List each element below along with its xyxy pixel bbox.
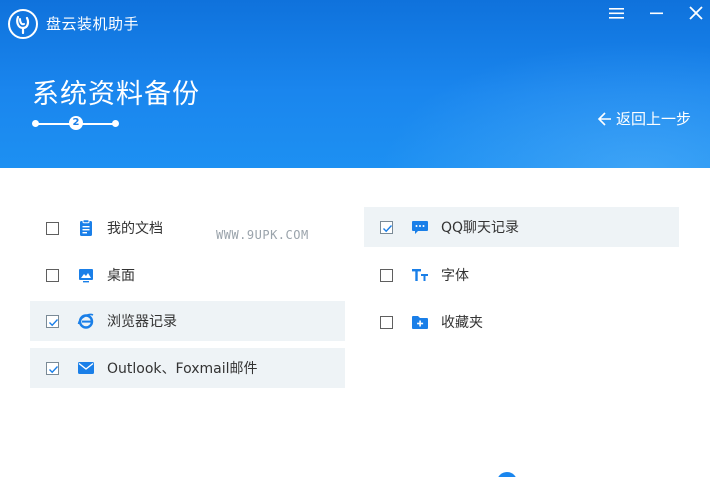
option-label: 收藏夹 — [441, 315, 483, 331]
back-label: 返回上一步 — [616, 110, 692, 128]
bottom-button-edge[interactable] — [497, 472, 517, 477]
checkbox-checked[interactable] — [380, 220, 393, 234]
checkbox[interactable] — [380, 315, 393, 329]
page-title: 系统资料备份 — [32, 79, 200, 110]
back-arrow-icon — [597, 111, 611, 126]
checkbox-checked[interactable] — [46, 361, 59, 375]
option-label: QQ聊天记录 — [441, 220, 520, 236]
ie-browser-icon — [77, 312, 95, 330]
step-dot — [112, 120, 119, 127]
app-title: 盘云装机助手 — [46, 15, 140, 33]
checkbox[interactable] — [46, 221, 59, 235]
option-label: 浏览器记录 — [107, 314, 177, 330]
chat-icon — [411, 218, 429, 236]
step-line — [38, 123, 70, 125]
back-button[interactable]: 返回上一步 — [596, 108, 691, 129]
watermark-text: WWW.9UPK.COM — [216, 228, 309, 242]
checkbox[interactable] — [46, 268, 59, 282]
checkbox[interactable] — [380, 268, 393, 282]
step-indicator: 2 — [32, 115, 122, 133]
option-label: Outlook、Foxmail邮件 — [107, 361, 258, 377]
option-mail[interactable]: Outlook、Foxmail邮件 — [30, 348, 345, 388]
favorites-folder-icon — [411, 313, 429, 331]
option-qq-chat[interactable]: QQ聊天记录 — [364, 207, 679, 247]
option-browser-history[interactable]: 浏览器记录 — [30, 301, 345, 341]
app-logo-icon — [8, 9, 38, 39]
header-banner: 盘云装机助手 系统资料备份 2 返回上一步 — [0, 0, 710, 168]
header-glow — [380, 40, 710, 168]
option-label: 我的文档 — [107, 221, 163, 237]
minimize-icon[interactable] — [641, 2, 671, 24]
document-icon — [77, 219, 95, 237]
option-label: 字体 — [441, 268, 469, 284]
desktop-icon — [77, 266, 95, 284]
option-favorites[interactable]: 收藏夹 — [364, 302, 679, 342]
option-label: 桌面 — [107, 268, 135, 284]
option-fonts[interactable]: 字体 — [364, 255, 679, 295]
option-desktop[interactable]: 桌面 — [30, 255, 345, 295]
menu-icon[interactable] — [601, 2, 631, 24]
font-icon — [411, 266, 429, 284]
mail-icon — [77, 359, 95, 377]
step-line — [82, 123, 114, 125]
step-number: 2 — [69, 116, 83, 130]
checkbox-checked[interactable] — [46, 314, 59, 328]
close-icon[interactable] — [681, 2, 710, 24]
